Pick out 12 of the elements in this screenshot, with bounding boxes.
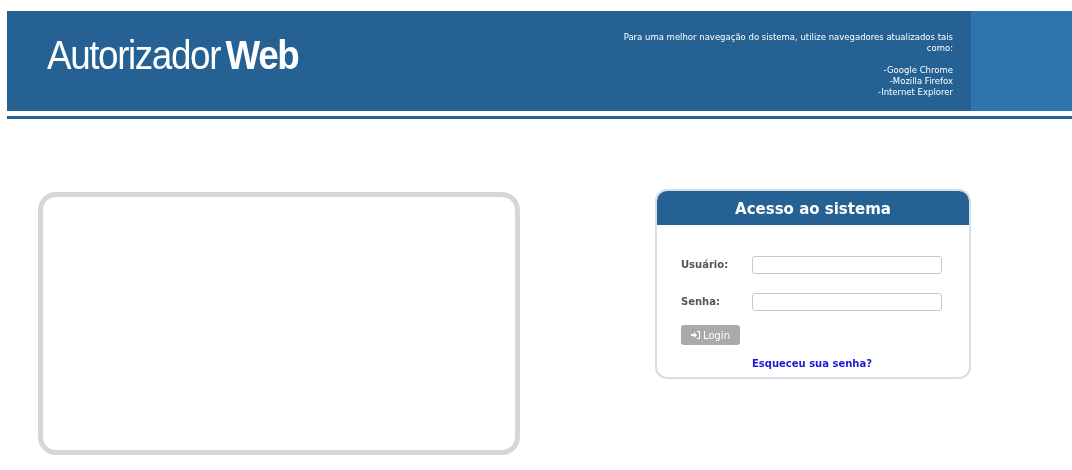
field-label: Usuário: xyxy=(681,259,730,270)
browser-name: -Google Chrome xyxy=(882,65,953,76)
logo-text: AutorizadorWeb xyxy=(47,33,299,78)
forgot-password-link[interactable]: Esqueceu sua senha? xyxy=(752,358,872,369)
card-title: Acesso ao sistema xyxy=(657,191,969,225)
field-label: Senha: xyxy=(681,296,721,307)
username-field[interactable] xyxy=(752,255,942,274)
browser-name: -Internet Explorer xyxy=(877,87,953,98)
password-field[interactable] xyxy=(752,292,942,311)
browser-notice: Para uma melhor navegação do sistema, utilize navegadores atualizados tais como: xyxy=(623,32,953,54)
browser-name: -Mozilla Firefox xyxy=(888,76,953,87)
sign-in-icon xyxy=(691,331,700,339)
